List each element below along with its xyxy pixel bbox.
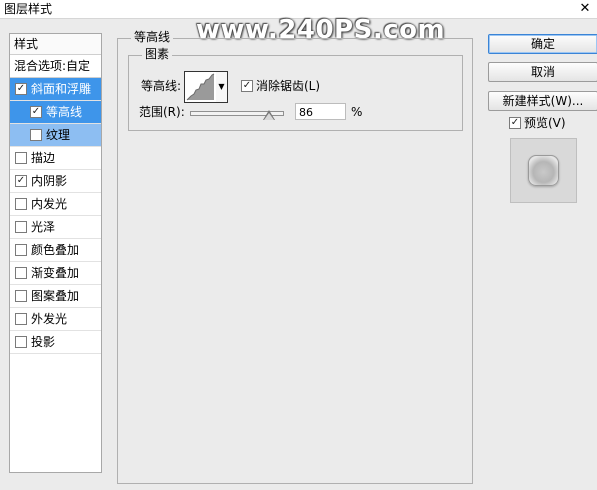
styles-header: 样式 <box>10 34 101 55</box>
style-item-checkbox[interactable] <box>15 244 27 256</box>
style-item[interactable]: 描边 <box>10 147 101 170</box>
preview-swatch <box>528 155 559 186</box>
style-item-checkbox[interactable] <box>15 152 27 164</box>
ok-button[interactable]: 确定 <box>488 34 597 54</box>
style-item-label: 光泽 <box>31 220 56 234</box>
preview-checkbox[interactable]: ✓ <box>509 117 521 129</box>
style-list: ✓ 斜面和浮雕 ✓ 等高线纹理描边 ✓ 内阴影内发光光泽颜色叠加渐变叠加图案叠加外发光投影 <box>10 78 101 354</box>
style-item[interactable]: 投影 <box>10 331 101 354</box>
style-item-checkbox[interactable] <box>15 336 27 348</box>
style-item[interactable]: 外发光 <box>10 308 101 331</box>
style-item-checkbox[interactable] <box>15 198 27 210</box>
style-item-checkbox[interactable] <box>30 129 42 141</box>
elements-subgroup-title: 图素 <box>142 47 173 61</box>
blend-options-item[interactable]: 混合选项:自定 <box>10 55 101 78</box>
style-item-checkbox[interactable] <box>15 313 27 325</box>
style-item[interactable]: ✓ 斜面和浮雕 <box>10 78 101 101</box>
style-item-label: 内阴影 <box>31 174 68 188</box>
style-item-label: 等高线 <box>46 105 83 119</box>
preview-label: 预览(V) <box>524 116 566 130</box>
antialias-checkbox[interactable]: ✓ <box>241 80 253 92</box>
contour-curve-icon <box>186 73 215 101</box>
cancel-button[interactable]: 取消 <box>488 62 597 82</box>
style-item[interactable]: 光泽 <box>10 216 101 239</box>
style-item[interactable]: ✓ 等高线 <box>10 101 101 124</box>
contour-group-title: 等高线 <box>131 30 174 44</box>
contour-label: 等高线: <box>141 79 182 93</box>
antialias-label: 消除锯齿(L) <box>256 79 321 93</box>
style-item-label: 描边 <box>31 151 56 165</box>
close-icon[interactable]: ✕ <box>577 0 593 18</box>
style-item-label: 颜色叠加 <box>31 243 80 257</box>
style-item[interactable]: 纹理 <box>10 124 101 147</box>
contour-picker[interactable] <box>184 71 217 103</box>
style-item-label: 斜面和浮雕 <box>31 82 92 96</box>
style-item[interactable]: 内发光 <box>10 193 101 216</box>
style-item[interactable]: 图案叠加 <box>10 285 101 308</box>
style-item-checkbox[interactable]: ✓ <box>15 83 27 95</box>
range-unit: % <box>351 105 363 119</box>
layer-style-dialog: 图层样式 ✕ www.240PS.com 样式 混合选项:自定 ✓ 斜面和浮雕 ✓ 等… <box>0 0 597 490</box>
style-item-checkbox[interactable]: ✓ <box>15 175 27 187</box>
new-style-button[interactable]: 新建样式(W)... <box>488 91 597 111</box>
style-item-label: 渐变叠加 <box>31 266 80 280</box>
style-item-checkbox[interactable] <box>15 290 27 302</box>
range-label: 范围(R): <box>139 105 185 119</box>
contour-dropdown-arrow-icon[interactable]: ▼ <box>216 71 228 103</box>
style-item-label: 纹理 <box>46 128 71 142</box>
style-preview <box>510 138 577 203</box>
range-slider-thumb-face <box>264 113 275 120</box>
window-title: 图层样式 <box>4 2 53 16</box>
style-item-label: 内发光 <box>31 197 68 211</box>
range-value-input[interactable]: 86 <box>295 103 346 120</box>
style-item-label: 投影 <box>31 335 56 349</box>
style-item[interactable]: ✓ 内阴影 <box>10 170 101 193</box>
style-item-checkbox[interactable] <box>15 267 27 279</box>
style-item-label: 外发光 <box>31 312 68 326</box>
styles-panel: 样式 混合选项:自定 ✓ 斜面和浮雕 ✓ 等高线纹理描边 ✓ 内阴影内发光光泽颜色叠加渐变… <box>9 33 102 473</box>
style-item-checkbox[interactable] <box>15 221 27 233</box>
style-item[interactable]: 渐变叠加 <box>10 262 101 285</box>
style-item-checkbox[interactable]: ✓ <box>30 106 42 118</box>
style-item[interactable]: 颜色叠加 <box>10 239 101 262</box>
style-item-label: 图案叠加 <box>31 289 80 303</box>
